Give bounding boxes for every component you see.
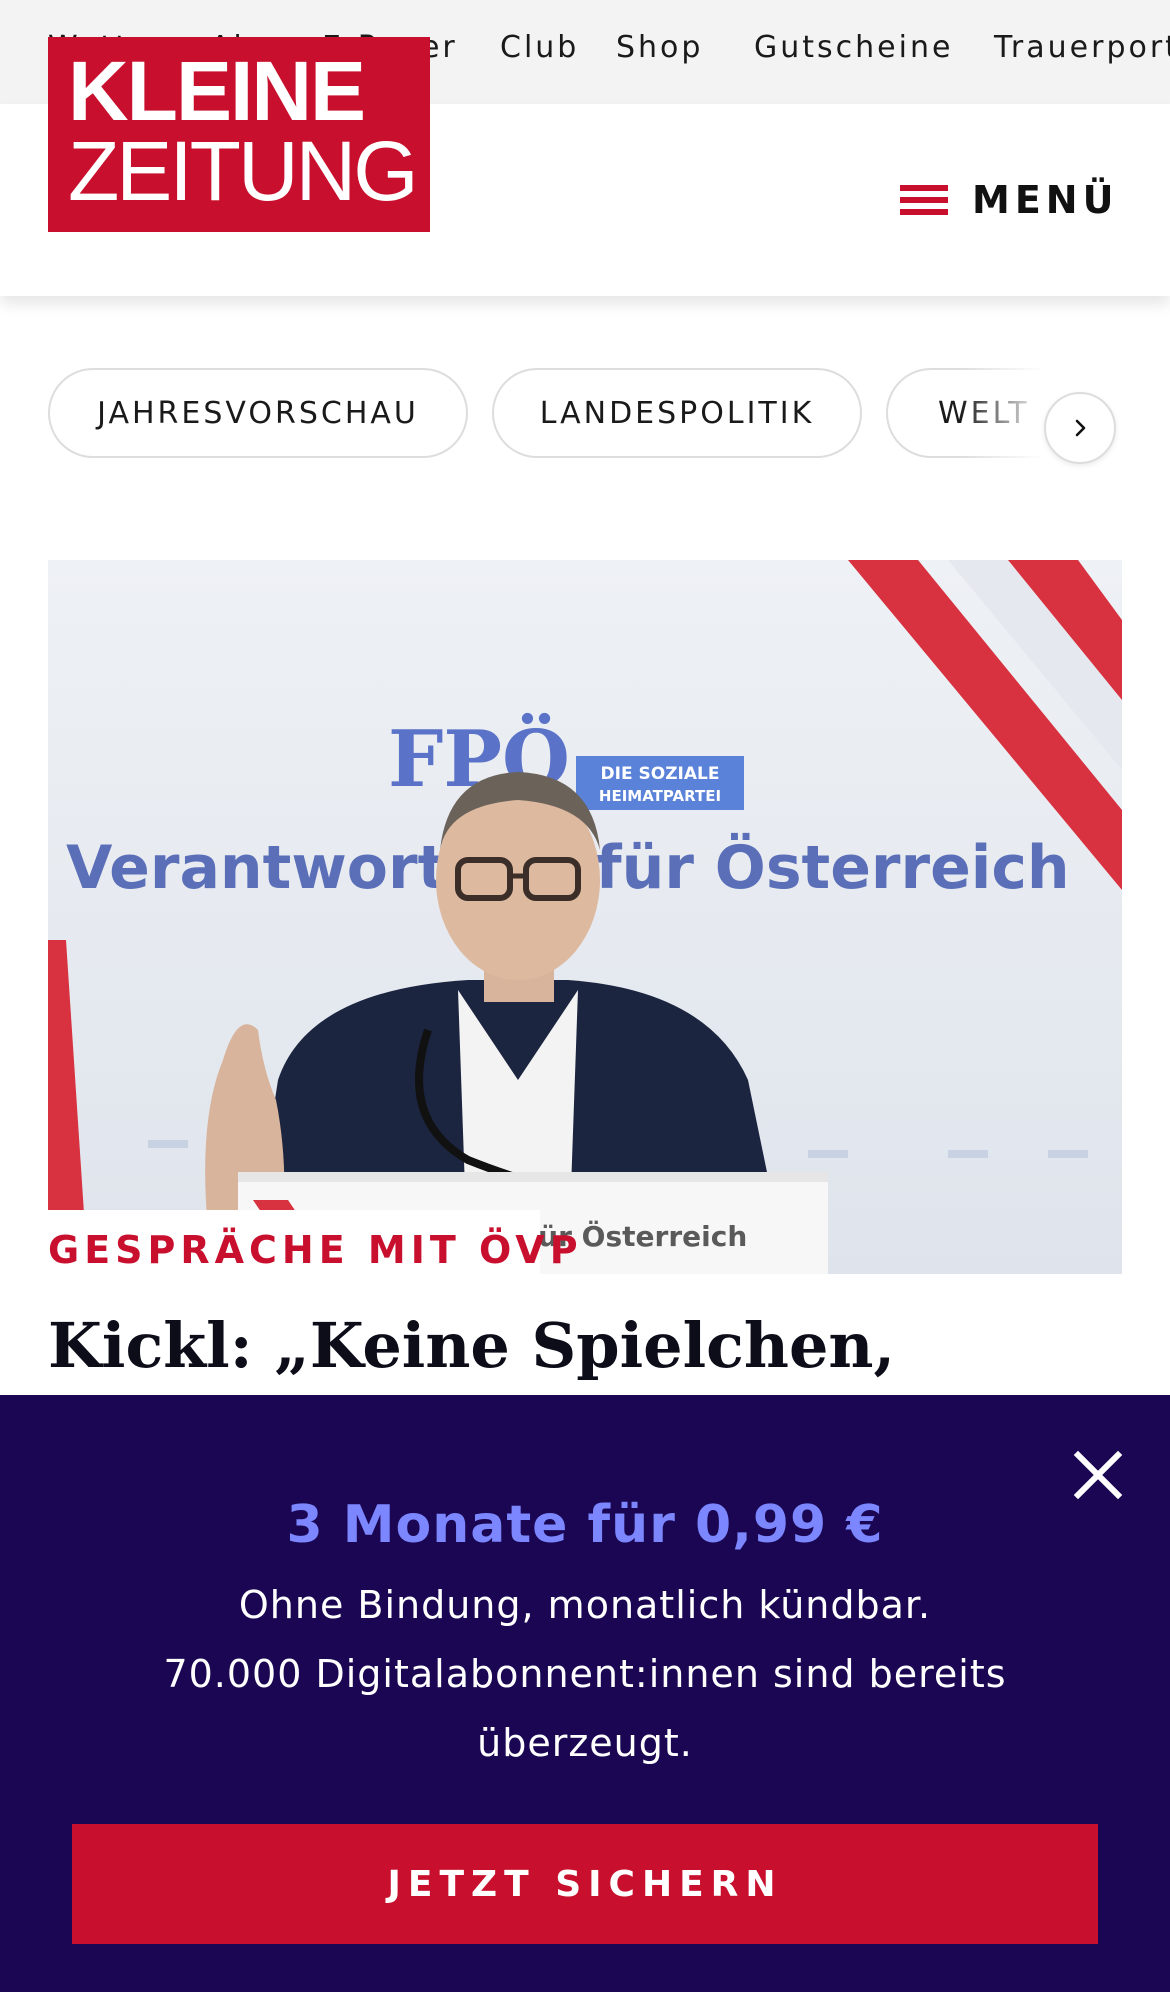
promo-title: 3 Monate für 0,99 € bbox=[286, 1495, 884, 1555]
topic-pills: JAHRESVORSCHAU LANDESPOLITIK WELT bbox=[0, 368, 1170, 460]
promo-line-2: 70.000 Digitalabonnent:innen sind bereit… bbox=[163, 1652, 1007, 1765]
topnav-link-shop[interactable]: Shop bbox=[616, 30, 703, 65]
menu-label: MENÜ bbox=[972, 178, 1119, 222]
topnav-link-trauerportal[interactable]: Trauerportal bbox=[994, 30, 1170, 65]
topic-pill-landespolitik[interactable]: LANDESPOLITIK bbox=[492, 368, 862, 458]
topnav-link-club[interactable]: Club bbox=[500, 30, 579, 65]
topic-pill-jahresvorschau[interactable]: JAHRESVORSCHAU bbox=[48, 368, 468, 458]
subscription-overlay: 3 Monate für 0,99 € Ohne Bindung, monatl… bbox=[0, 1395, 1170, 1992]
chevron-right-icon bbox=[1075, 419, 1086, 437]
menu-button[interactable]: MENÜ bbox=[900, 170, 1118, 230]
site-logo[interactable]: KLEINE ZEITUNG bbox=[48, 37, 430, 232]
promo-description: Ohne Bindung, monatlich kündbar. 70.000 … bbox=[140, 1571, 1030, 1778]
article-image[interactable]: FPÖ DIE SOZIALE HEIMATPARTEI Verantwortu… bbox=[48, 560, 1122, 1274]
hamburger-icon bbox=[900, 182, 948, 218]
article-headline[interactable]: Kickl: „Keine Spielchen, bbox=[48, 1306, 1122, 1386]
subscribe-cta-button[interactable]: JETZT SICHERN bbox=[72, 1824, 1098, 1944]
promo-line-1: Ohne Bindung, monatlich kündbar. bbox=[238, 1583, 932, 1627]
press-conference-photo: FPÖ DIE SOZIALE HEIMATPARTEI Verantwortu… bbox=[48, 560, 1122, 1274]
logo-line-2: ZEITUNG bbox=[68, 124, 419, 218]
logo-line-1: KLEINE bbox=[68, 44, 366, 138]
pills-next-button[interactable] bbox=[1044, 392, 1116, 464]
topnav-link-gutscheine[interactable]: Gutscheine bbox=[754, 30, 953, 65]
banner-badge-line-2: HEIMATPARTEI bbox=[599, 787, 721, 805]
banner-badge-line-1: DIE SOZIALE bbox=[601, 764, 720, 784]
article-kicker[interactable]: GESPRÄCHE MIT ÖVP bbox=[48, 1228, 583, 1272]
